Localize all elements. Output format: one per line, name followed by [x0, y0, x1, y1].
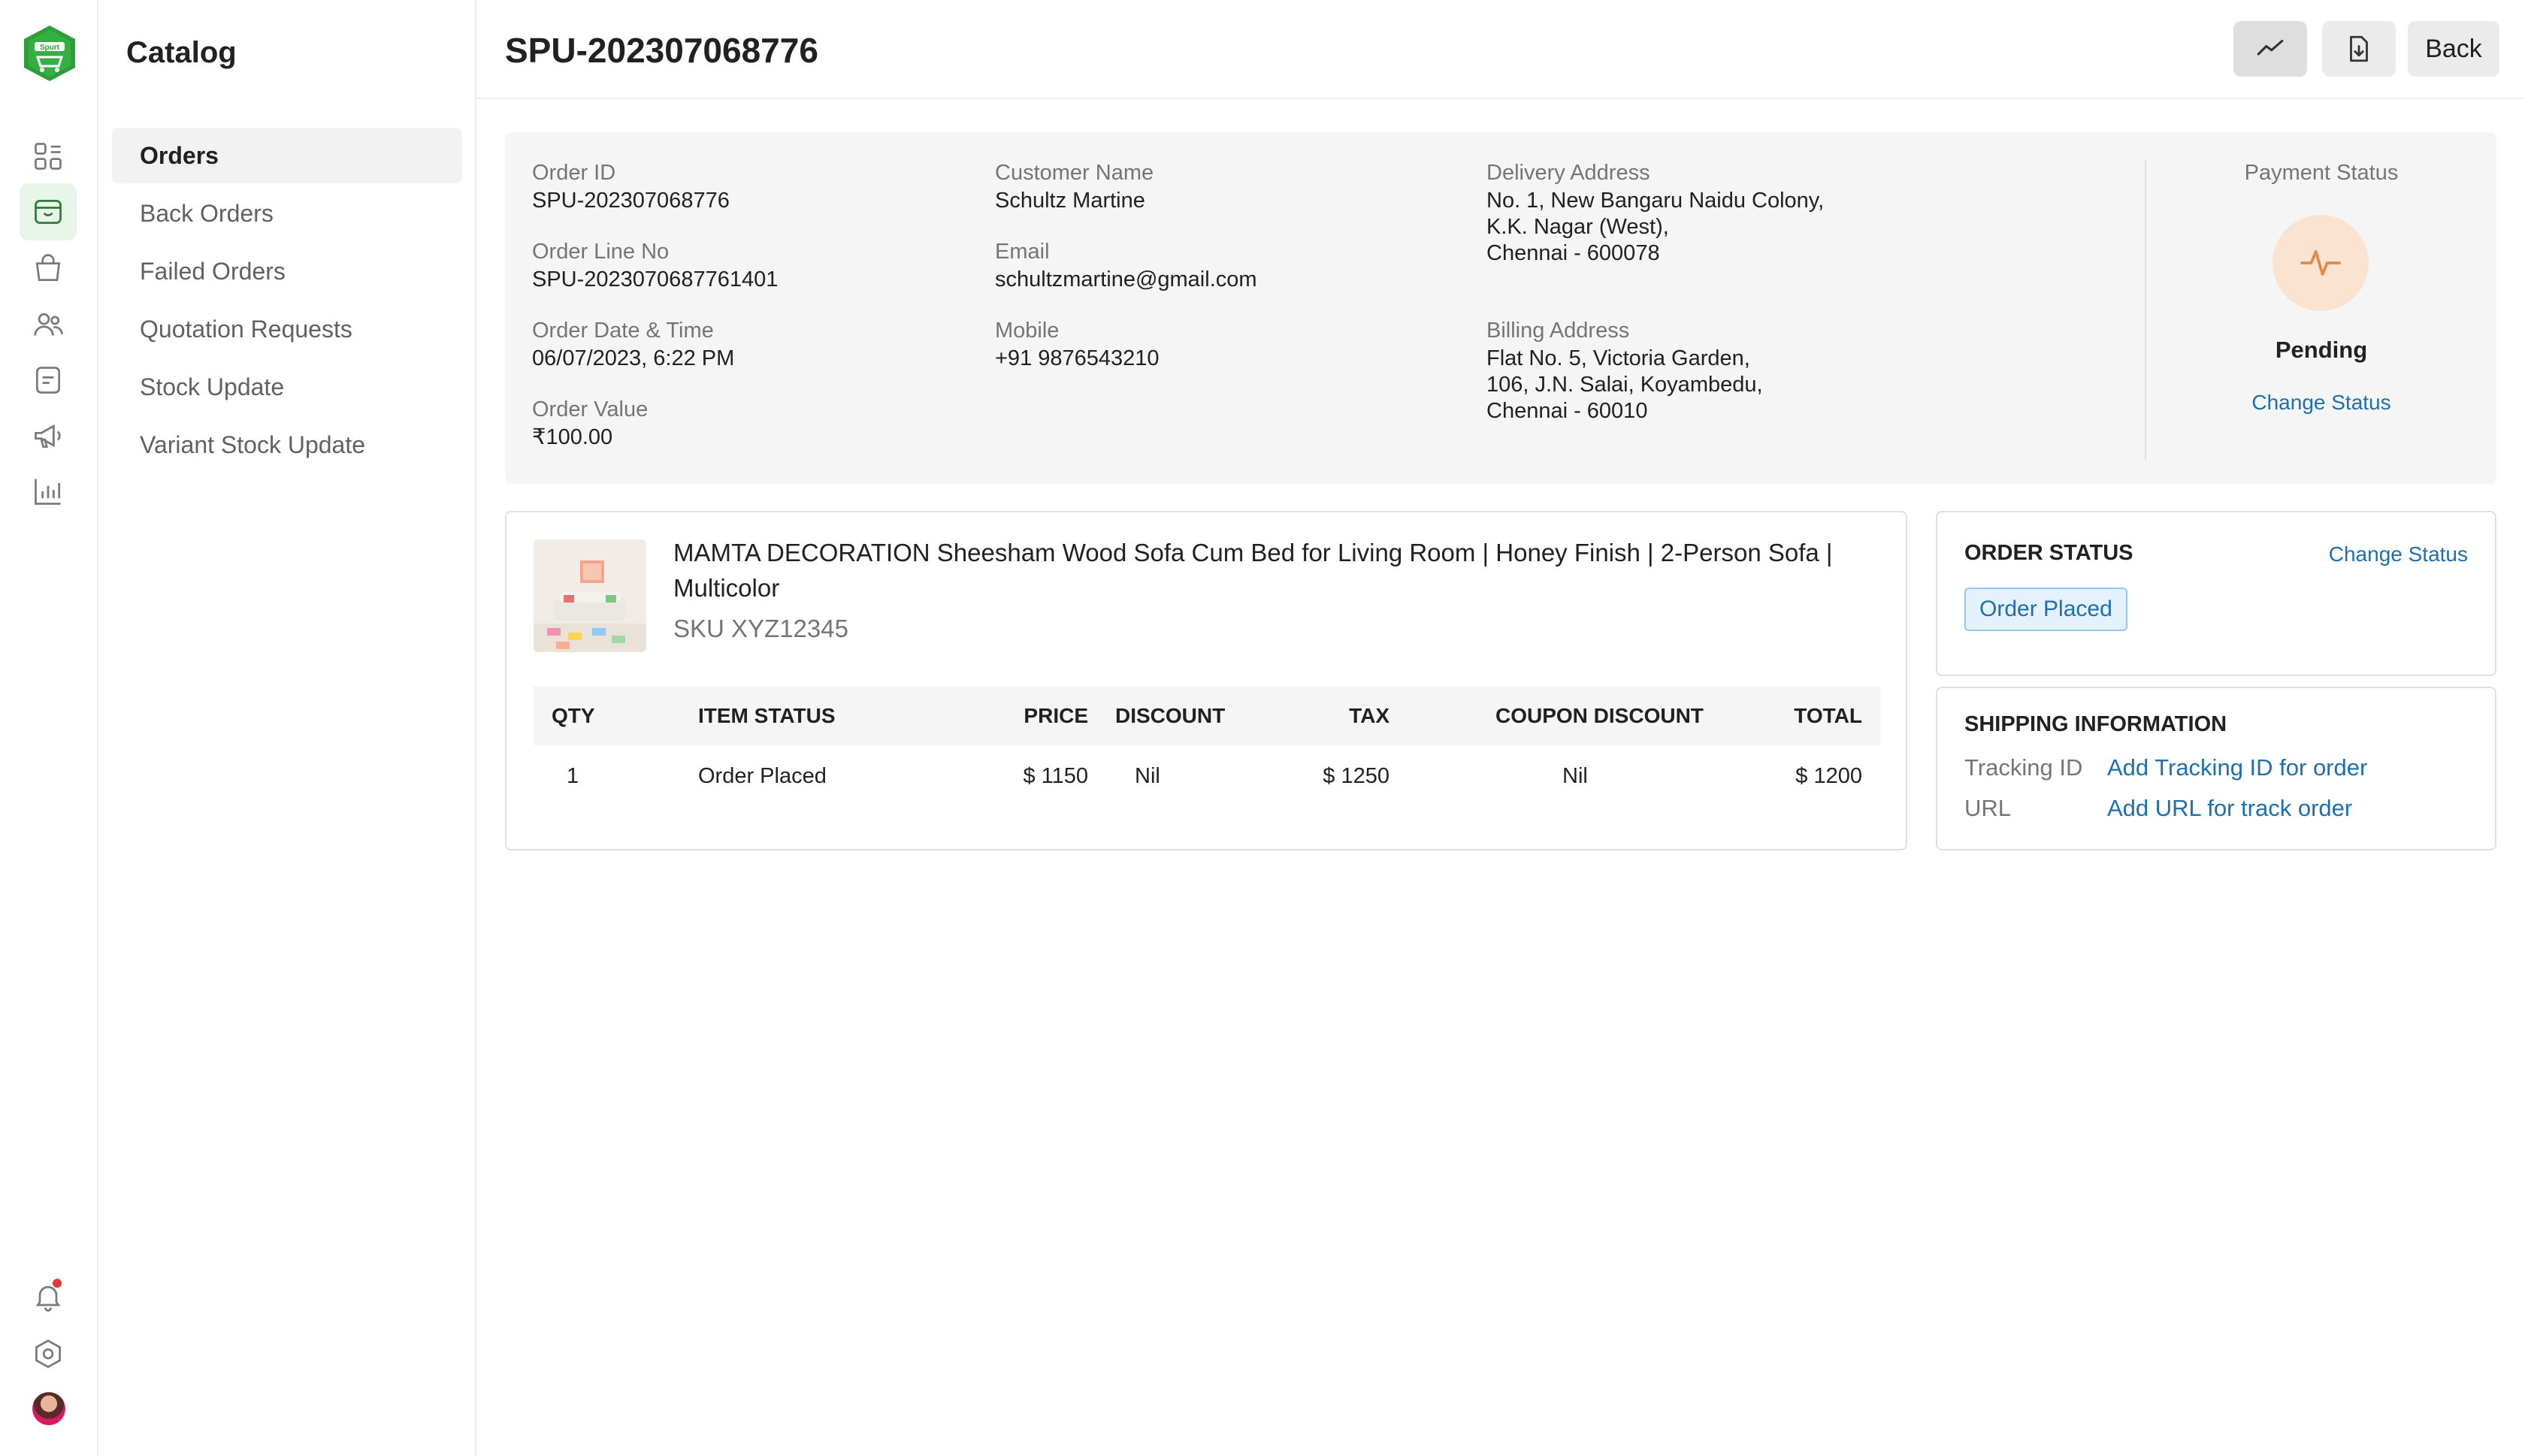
col-price: PRICE — [1024, 704, 1088, 727]
payment-status-value: Pending — [2275, 337, 2368, 363]
delivery-address-line: Chennai - 600078 — [1486, 241, 1660, 265]
order-id-field: Order ID SPU-202307068776 — [532, 161, 730, 213]
url-row: URL Add URL for track order — [1964, 795, 2352, 822]
order-datetime-field: Order Date & Time 06/07/2023, 6:22 PM — [532, 319, 735, 370]
tracking-label: Tracking ID — [1964, 754, 2083, 781]
rail-orders[interactable] — [20, 240, 77, 298]
mobile-value: +91 9876543210 — [995, 346, 1160, 370]
billing-address-line: Chennai - 60010 — [1486, 399, 1648, 423]
order-item-card: MAMTA DECORATION Sheesham Wood Sofa Cum … — [505, 511, 1907, 850]
col-discount: DISCOUNT — [1115, 704, 1226, 727]
order-status-heading: ORDER STATUS — [1964, 541, 2133, 565]
rail-reports[interactable] — [20, 463, 77, 520]
cell-tax: $ 1250 — [1323, 763, 1390, 788]
icon-rail: Spurt — [0, 0, 98, 1456]
settings-button[interactable] — [20, 1325, 77, 1382]
catalog-icon — [35, 199, 62, 225]
catalog-item-stock-update[interactable]: Stock Update — [112, 359, 462, 415]
dashboard-icon — [35, 143, 62, 170]
add-tracking-link[interactable]: Add Tracking ID for order — [2107, 754, 2367, 781]
megaphone-icon — [35, 424, 61, 449]
trend-icon — [2257, 39, 2284, 56]
pulse-icon — [2300, 250, 2341, 276]
users-icon — [34, 313, 63, 336]
cell-coupon-discount: Nil — [1562, 763, 1588, 788]
table-header: QTY ITEM STATUS PRICE DISCOUNT TAX COUPO… — [534, 687, 1880, 745]
page-header: SPU-202307068776 Back — [476, 0, 2525, 99]
col-coupon-discount: COUPON DISCOUNT — [1495, 704, 1704, 727]
order-value-value: ₹100.00 — [532, 425, 613, 449]
reports-icon — [35, 479, 61, 505]
cell-price: $ 1150 — [1023, 763, 1088, 788]
url-label: URL — [1964, 795, 2012, 821]
mobile-field: Mobile +91 9876543210 — [995, 319, 1160, 370]
order-datetime-value: 06/07/2023, 6:22 PM — [532, 346, 735, 370]
download-button[interactable] — [2322, 21, 2396, 77]
cell-total: $ 1200 — [1795, 763, 1862, 788]
order-line-value: SPU-2023070687761401 — [532, 267, 779, 292]
cell-item-status: Order Placed — [698, 763, 827, 788]
order-status-badge: Order Placed — [1964, 588, 2127, 631]
product-sku: SKU XYZ12345 — [673, 615, 848, 642]
spurt-logo[interactable]: Spurt — [23, 24, 77, 83]
col-tax: TAX — [1349, 704, 1390, 727]
table-row: 1 Order Placed $ 1150 Nil $ 1250 Nil $ 1… — [534, 745, 1880, 807]
notification-dot — [53, 1279, 62, 1288]
rail-customers[interactable] — [20, 296, 77, 353]
col-qty: QTY — [552, 704, 595, 727]
catalog-sidebar: Catalog Orders Back Orders Failed Orders… — [98, 0, 476, 1456]
tracking-row: Tracking ID Add Tracking ID for order — [1964, 754, 2367, 781]
order-item-table: QTY ITEM STATUS PRICE DISCOUNT TAX COUPO… — [534, 687, 1880, 807]
billing-address-line: 106, J.N. Salai, Koyambedu, — [1486, 373, 1763, 397]
col-item-status: ITEM STATUS — [698, 704, 836, 727]
rail-catalog[interactable] — [20, 183, 77, 240]
file-download-icon — [2350, 35, 2368, 62]
shopping-bag-icon — [35, 254, 61, 282]
page-title: SPU-202307068776 — [505, 31, 818, 70]
notifications-button[interactable] — [20, 1268, 77, 1325]
payment-status-label: Payment Status — [2244, 161, 2399, 185]
rail-content[interactable] — [20, 352, 77, 409]
col-total: TOTAL — [1794, 704, 1862, 727]
avatar[interactable] — [32, 1392, 65, 1425]
svg-text:Spurt: Spurt — [40, 44, 60, 52]
order-id-value: SPU-202307068776 — [532, 189, 730, 213]
catalog-item-failed-orders[interactable]: Failed Orders — [112, 243, 462, 299]
catalog-item-quotation-requests[interactable]: Quotation Requests — [112, 301, 462, 357]
catalog-item-variant-stock-update[interactable]: Variant Stock Update — [112, 417, 462, 473]
shipping-info-card: SHIPPING INFORMATION Tracking ID Add Trac… — [1936, 687, 2496, 850]
delivery-address-line: No. 1, New Bangaru Naidu Colony, — [1486, 189, 1825, 213]
cell-qty: 1 — [567, 763, 579, 788]
payment-change-status-link[interactable]: Change Status — [2146, 391, 2496, 415]
add-url-link[interactable]: Add URL for track order — [2107, 795, 2352, 821]
billing-address-field: Billing Address Flat No. 5, Victoria Gar… — [1486, 319, 1763, 423]
order-summary-card: Order ID SPU-202307068776 Order Line No … — [505, 132, 2496, 484]
customer-name-value: Schultz Martine — [995, 189, 1145, 213]
delivery-address-line: K.K. Nagar (West), — [1486, 215, 1669, 239]
analytics-button[interactable] — [2233, 21, 2307, 77]
shipping-heading: SHIPPING INFORMATION — [1964, 712, 2227, 736]
payment-status-indicator — [2272, 215, 2369, 311]
order-change-status-link[interactable]: Change Status — [2329, 542, 2468, 566]
billing-address-line: Flat No. 5, Victoria Garden, — [1486, 346, 1750, 370]
order-status-card: ORDER STATUS Change Status Order Placed — [1936, 511, 2496, 676]
catalog-item-orders[interactable]: Orders — [112, 128, 462, 183]
email-field: Email schultzmartine@gmail.com — [995, 240, 1257, 292]
email-value: schultzmartine@gmail.com — [995, 267, 1257, 292]
rail-marketing[interactable] — [20, 407, 77, 464]
delivery-address-field: Delivery Address No. 1, New Bangaru Naid… — [1486, 161, 1825, 265]
cell-discount: Nil — [1135, 763, 1160, 788]
catalog-item-back-orders[interactable]: Back Orders — [112, 186, 462, 241]
catalog-title: Catalog — [126, 36, 237, 69]
customer-name-field: Customer Name Schultz Martine — [995, 161, 1154, 213]
order-value-field: Order Value ₹100.00 — [532, 397, 649, 449]
document-icon — [35, 367, 61, 394]
payment-divider — [2145, 159, 2146, 460]
order-line-field: Order Line No SPU-2023070687761401 — [532, 240, 779, 292]
product-image[interactable] — [534, 539, 646, 652]
rail-dashboard[interactable] — [20, 128, 77, 185]
back-button[interactable]: Back — [2408, 21, 2499, 77]
product-title[interactable]: MAMTA DECORATION Sheesham Wood Sofa Cum … — [673, 535, 1861, 606]
settings-icon — [35, 1340, 61, 1368]
